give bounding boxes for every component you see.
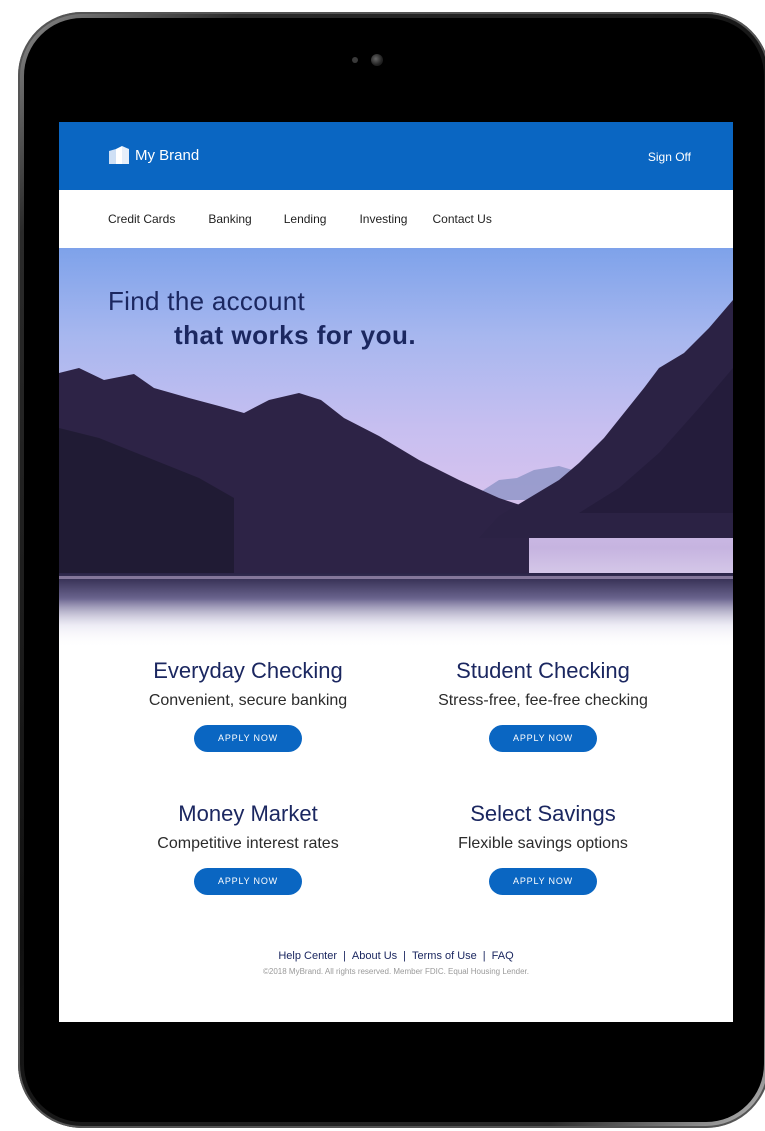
brand-link[interactable]: My Brand (109, 146, 199, 164)
sign-off-link[interactable]: Sign Off (648, 150, 691, 164)
apply-now-button[interactable]: APPLY NOW (489, 725, 597, 752)
brand-name: My Brand (135, 146, 200, 164)
footer-link-terms-of-use[interactable]: Terms of Use (412, 950, 477, 962)
footer-separator: | (403, 950, 406, 962)
screen: My Brand Sign Off Credit Cards Banking L… (59, 122, 733, 1022)
nav-item-credit-cards[interactable]: Credit Cards (108, 212, 175, 226)
product-title: Select Savings (470, 801, 616, 826)
camera-lens (371, 54, 383, 66)
product-subtitle: Competitive interest rates (157, 835, 339, 852)
product-card-everyday-checking: Everyday Checking Convenient, secure ban… (98, 657, 398, 752)
apply-now-button[interactable]: APPLY NOW (194, 868, 302, 895)
camera-sensor (352, 57, 358, 63)
copyright-text: ©2018 MyBrand. All rights reserved. Memb… (262, 967, 530, 976)
hero-headline-line1: Find the account (108, 286, 306, 316)
apply-now-button[interactable]: APPLY NOW (194, 725, 302, 752)
footer-link-faq[interactable]: FAQ (492, 950, 514, 962)
nav-item-lending[interactable]: Lending (284, 212, 327, 226)
product-subtitle: Convenient, secure banking (148, 692, 348, 709)
hero-headline-line2: that works for you. (174, 320, 417, 350)
footer-separator: | (343, 950, 346, 962)
product-title: Student Checking (456, 658, 630, 683)
nav-item-investing[interactable]: Investing (359, 212, 407, 226)
footer-separator: | (482, 950, 486, 962)
nav-item-contact-us[interactable]: Contact Us (432, 212, 491, 226)
product-title: Money Market (178, 801, 318, 826)
footer-link-help-center[interactable]: Help Center (278, 950, 337, 962)
hero-banner: Find the account that works for you. (59, 248, 733, 648)
product-card-select-savings: Select Savings Flexible savings options … (393, 800, 693, 895)
product-title: Everyday Checking (153, 658, 343, 683)
footer-links: Help Center | About Us | Terms of Use | FAQ (59, 950, 733, 962)
product-card-student-checking: Student Checking Stress-free, fee-free c… (393, 657, 693, 752)
product-subtitle: Flexible savings options (458, 835, 628, 852)
apply-now-button[interactable]: APPLY NOW (489, 868, 597, 895)
product-card-money-market: Money Market Competitive interest rates … (98, 800, 398, 895)
footer-link-about-us[interactable]: About Us (352, 950, 397, 962)
header-bar: My Brand Sign Off (59, 122, 733, 190)
main-nav: Credit Cards Banking Lending Investing C… (59, 190, 733, 248)
nav-item-banking[interactable]: Banking (208, 212, 251, 226)
product-subtitle: Stress-free, fee-free checking (438, 692, 648, 709)
building-logo-icon (109, 146, 129, 164)
